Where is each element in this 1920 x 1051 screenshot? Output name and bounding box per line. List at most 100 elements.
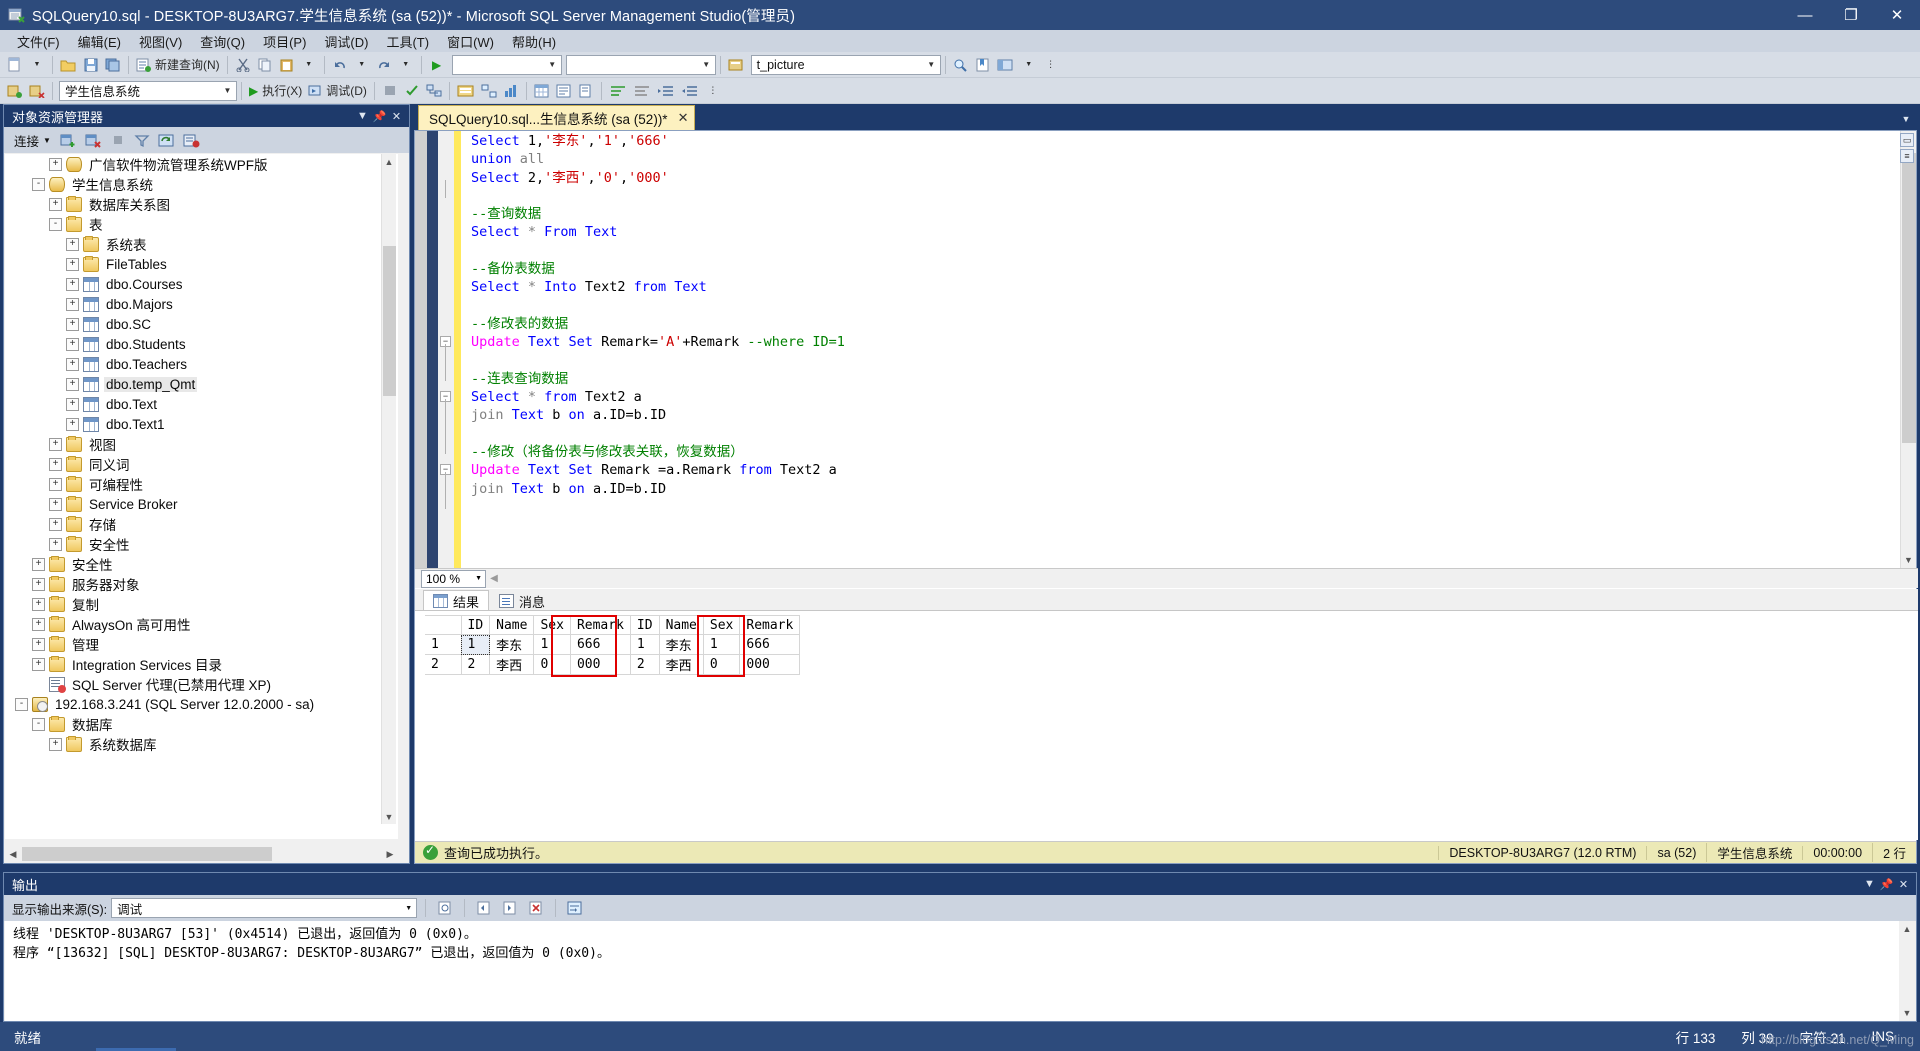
tree-item[interactable]: + 数据库关系图 xyxy=(5,194,398,214)
execute-button[interactable]: ▶ 执行(X) xyxy=(246,80,305,102)
run-icon[interactable]: ▶ xyxy=(426,54,448,76)
tree-expand-icon[interactable]: + xyxy=(49,477,62,491)
menu-query[interactable]: 查询(Q) xyxy=(191,30,254,53)
oe-scroll-up-icon[interactable]: ▲ xyxy=(382,154,396,169)
tree-item[interactable]: + dbo.Courses xyxy=(5,274,398,294)
tree-item[interactable]: + FileTables xyxy=(5,254,398,274)
grid-row-header[interactable]: 1 xyxy=(425,634,462,655)
tree-item[interactable]: - 192.168.3.241 (SQL Server 12.0.2000 - s… xyxy=(5,694,398,714)
grid-corner-header[interactable] xyxy=(425,615,462,635)
tree-item[interactable]: -表 xyxy=(5,214,398,234)
grid-cell[interactable]: 000 xyxy=(739,654,801,675)
output-scroll-down-icon[interactable]: ▼ xyxy=(1899,1005,1915,1021)
tree-item[interactable]: + dbo.Text1 xyxy=(5,414,398,434)
undo-dropdown-icon[interactable]: ▼ xyxy=(351,54,373,76)
menu-tools[interactable]: 工具(T) xyxy=(377,30,438,53)
object-explorer-details-icon[interactable] xyxy=(725,54,747,76)
tab-messages[interactable]: 消息 xyxy=(489,590,556,611)
hscroll-left-icon[interactable]: ◀ xyxy=(486,573,502,584)
paste-dropdown-icon[interactable]: ▼ xyxy=(298,54,320,76)
results-to-file-icon[interactable] xyxy=(575,80,597,102)
tree-item[interactable]: + dbo.Students xyxy=(5,334,398,354)
tree-expand-icon[interactable]: + xyxy=(66,257,79,271)
grid-cell[interactable]: 1 xyxy=(460,634,491,655)
code-text[interactable]: Select 1,'李东','1','666' union all Select 2… xyxy=(461,131,1916,568)
tree-expand-icon[interactable]: + xyxy=(32,617,45,631)
grid-column-header[interactable]: Sex xyxy=(702,615,741,635)
database-combo[interactable]: 学生信息系统 ▼ xyxy=(59,80,237,101)
output-text[interactable]: 线程 'DESKTOP-8U3ARG7 [53]' (0x4514) 已退出，返… xyxy=(5,921,1899,1021)
paste-icon[interactable] xyxy=(276,54,298,76)
grid-cell[interactable]: 0 xyxy=(533,654,571,675)
output-close-icon[interactable]: ✕ xyxy=(1895,875,1912,893)
find-in-files-icon[interactable] xyxy=(950,54,972,76)
redo-icon[interactable] xyxy=(373,54,395,76)
copy-icon[interactable] xyxy=(254,54,276,76)
oe-disconnect-object-icon[interactable] xyxy=(82,129,105,151)
results-grid[interactable]: ID Name Sex Remark ID Name Sex Remark 1 1 李东 1 666 1 李… xyxy=(425,615,801,675)
tree-item[interactable]: + 复制 xyxy=(5,594,398,614)
outdent-icon[interactable] xyxy=(678,80,702,102)
editor-splitter-icon[interactable]: ▭ xyxy=(1900,133,1914,147)
results-to-text-icon[interactable] xyxy=(553,80,575,102)
window-layout-icon[interactable] xyxy=(994,54,1018,76)
grid-cell[interactable]: 2 xyxy=(629,654,660,675)
output-pin-icon[interactable]: 📌 xyxy=(1878,875,1895,893)
server-type-combo[interactable]: ▼ xyxy=(451,54,562,75)
oe-dropdown-icon[interactable]: ▼ xyxy=(354,107,371,125)
oe-filter-icon[interactable] xyxy=(131,129,153,151)
tree-item[interactable]: + 同义词 xyxy=(5,454,398,474)
cut-icon[interactable] xyxy=(232,54,254,76)
tree-item[interactable]: + dbo.Teachers xyxy=(5,354,398,374)
tree-item[interactable]: + dbo.SC xyxy=(5,314,398,334)
query-options-icon[interactable] xyxy=(454,80,478,102)
oe-scroll-thumb[interactable] xyxy=(383,246,396,396)
oe-stop-icon[interactable] xyxy=(107,129,129,151)
oe-scroll-down-icon[interactable]: ▼ xyxy=(382,809,396,824)
grid-cell[interactable]: 666 xyxy=(739,634,801,655)
tree-expand-icon[interactable]: + xyxy=(66,317,79,331)
tab-list-dropdown-icon[interactable]: ▼ xyxy=(1898,108,1914,130)
comment-icon[interactable] xyxy=(606,80,630,102)
grid-cell[interactable]: 李西 xyxy=(658,654,704,675)
indent-icon[interactable] xyxy=(654,80,678,102)
code-scroll-thumb[interactable] xyxy=(1902,153,1916,443)
close-button[interactable]: ✕ xyxy=(1874,0,1920,30)
tree-item[interactable]: + Integration Services 目录 xyxy=(5,654,398,674)
tree-expand-icon[interactable]: + xyxy=(66,397,79,411)
results-to-grid-icon[interactable] xyxy=(531,80,553,102)
grid-column-header[interactable]: Name xyxy=(658,615,704,635)
picture-table-combo[interactable]: t_picture ▼ xyxy=(750,54,941,75)
output-go-to-next-icon[interactable] xyxy=(499,897,521,919)
bookmark-icon[interactable] xyxy=(972,54,994,76)
zoom-combo[interactable]: 100 % ▼ xyxy=(421,569,486,588)
tree-item[interactable]: + 存储 xyxy=(5,514,398,534)
code-horizontal-scrollbar[interactable] xyxy=(502,570,1918,587)
tree-expand-icon[interactable]: + xyxy=(49,437,62,451)
tree-expand-icon[interactable]: + xyxy=(32,597,45,611)
undo-icon[interactable] xyxy=(329,54,351,76)
grid-cell[interactable]: 2 xyxy=(460,654,491,675)
tree-item[interactable]: + 安全性 xyxy=(5,534,398,554)
new-file-dropdown-icon[interactable]: ▼ xyxy=(26,54,48,76)
menu-file[interactable]: 文件(F) xyxy=(8,30,69,53)
tree-item[interactable]: + 广信软件物流管理系统WPF版 xyxy=(5,154,398,174)
oe-vertical-scrollbar[interactable]: ▲ ▼ xyxy=(381,154,396,824)
disconnect-icon[interactable] xyxy=(26,80,48,102)
maximize-button[interactable]: ❐ xyxy=(1828,0,1874,30)
grid-column-header[interactable]: Remark xyxy=(569,615,631,635)
tree-expand-icon[interactable]: + xyxy=(66,377,79,391)
open-file-icon[interactable] xyxy=(57,54,80,76)
tree-item[interactable]: + 系统表 xyxy=(5,234,398,254)
tab-sqlquery10[interactable]: SQLQuery10.sql...生信息系统 (sa (52))* ✕ xyxy=(418,105,696,130)
tree-expand-icon[interactable]: + xyxy=(66,357,79,371)
tree-item[interactable]: - 数据库 xyxy=(5,714,398,734)
toolbar2-overflow-icon[interactable]: ⋮ xyxy=(702,80,724,102)
tree-item[interactable]: + dbo.temp_Qmt xyxy=(5,374,398,394)
redo-dropdown-icon[interactable]: ▼ xyxy=(395,54,417,76)
tree-expand-icon[interactable]: + xyxy=(49,197,62,211)
window-layout-dropdown-icon[interactable]: ▼ xyxy=(1018,54,1040,76)
tree-item[interactable]: + 安全性 xyxy=(5,554,398,574)
include-actual-plan-icon[interactable] xyxy=(478,80,500,102)
tree-item[interactable]: + 可编程性 xyxy=(5,474,398,494)
